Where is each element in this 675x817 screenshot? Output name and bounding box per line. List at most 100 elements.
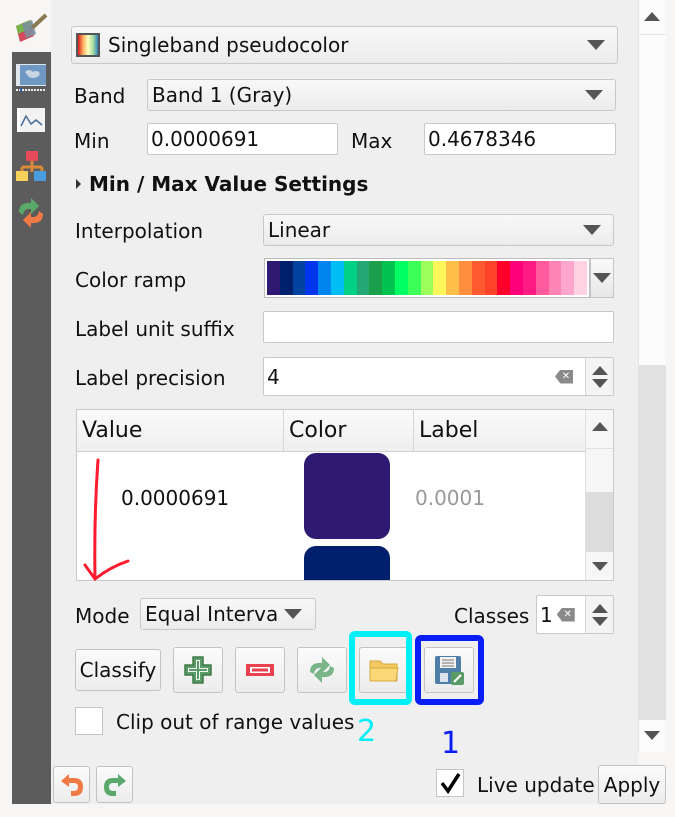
panel-scroll-handle[interactable]: [639, 365, 666, 720]
renderer-type-select[interactable]: Singleband pseudocolor: [71, 26, 618, 64]
live-update-checkbox[interactable]: [436, 769, 464, 797]
annotation-label-2: 2: [357, 714, 377, 749]
minmax-settings-toggle[interactable]: Min / Max Value Settings: [76, 172, 368, 196]
pyramids-icon[interactable]: [15, 150, 47, 182]
color-classes-table[interactable]: Value Color Label 0.0000691 0.0001: [76, 409, 614, 581]
reverse-colors-button[interactable]: [297, 647, 347, 693]
max-value: 0.4678346: [428, 127, 537, 151]
table-row[interactable]: 0.0000691 0.0001: [77, 453, 586, 543]
histogram-icon[interactable]: [15, 104, 47, 136]
min-input[interactable]: 0.0000691: [147, 123, 338, 155]
classes-value: 1: [540, 602, 553, 627]
class-label[interactable]: 0.0001: [415, 486, 485, 510]
clear-icon[interactable]: ✕: [556, 607, 575, 622]
column-header-label[interactable]: Label: [414, 410, 586, 451]
color-ramp-segment: [574, 261, 587, 295]
color-ramp-segment: [535, 261, 549, 295]
interpolation-value: Linear: [268, 218, 331, 242]
color-ramp-segment: [267, 261, 280, 295]
label-precision-spinbox[interactable]: 4 ✕: [263, 357, 614, 396]
color-ramp-segment: [433, 261, 447, 295]
chevron-down-icon: [593, 273, 611, 283]
label-unit-suffix-input[interactable]: [263, 311, 614, 343]
color-ramp-label: Color ramp: [75, 268, 187, 292]
undo-icon: [60, 773, 83, 796]
color-ramp-segment: [394, 261, 408, 295]
arrow-down-icon[interactable]: [591, 378, 608, 388]
scroll-down-icon[interactable]: [644, 731, 660, 740]
band-select[interactable]: Band 1 (Gray): [147, 79, 616, 111]
table-scroll-handle[interactable]: [586, 492, 613, 552]
color-ramp-segment: [330, 261, 344, 295]
color-ramp-segment: [407, 261, 421, 295]
minus-icon: [246, 664, 274, 676]
redo-icon: [103, 773, 126, 796]
label-precision-stepper[interactable]: [585, 358, 613, 395]
interpolation-label: Interpolation: [75, 219, 203, 243]
symbology-brush-icon[interactable]: [12, 12, 48, 48]
color-ramp-segment: [292, 261, 306, 295]
column-header-color[interactable]: Color: [284, 410, 414, 451]
color-ramp-segment: [548, 261, 562, 295]
undo-button[interactable]: [53, 766, 90, 803]
scroll-down-icon[interactable]: [592, 562, 608, 571]
classes-stepper[interactable]: [585, 596, 613, 633]
redo-button[interactable]: [96, 766, 133, 803]
clip-out-of-range-checkbox[interactable]: [75, 707, 103, 735]
color-ramp-segment: [471, 261, 485, 295]
chevron-down-icon: [284, 609, 303, 619]
plus-icon: [184, 656, 212, 684]
class-color-swatch[interactable]: [304, 546, 390, 580]
color-ramp-button[interactable]: [264, 258, 590, 298]
arrow-up-icon[interactable]: [591, 365, 608, 375]
panel-scrollbar[interactable]: [638, 0, 666, 752]
class-color-swatch[interactable]: [304, 453, 390, 539]
label-precision-label: Label precision: [75, 366, 226, 390]
clear-icon[interactable]: ✕: [555, 369, 573, 384]
checkmark-icon: [440, 773, 461, 794]
color-ramp-menu-button[interactable]: [590, 258, 614, 298]
annotation-box-1: [415, 635, 484, 705]
classify-button[interactable]: Classify: [75, 649, 161, 691]
classes-spinbox[interactable]: 1 ✕: [536, 595, 614, 634]
scroll-up-icon[interactable]: [644, 12, 660, 21]
live-update-label: Live update: [477, 773, 595, 797]
color-ramp-segment: [510, 261, 523, 295]
min-label: Min: [74, 129, 110, 153]
minmax-settings-label: Min / Max Value Settings: [89, 172, 369, 196]
gradient-swatch-icon: [76, 33, 100, 57]
mode-select[interactable]: Equal Interva: [140, 598, 316, 630]
clip-out-of-range-label: Clip out of range values: [116, 710, 355, 734]
classes-label: Classes: [454, 604, 530, 628]
color-ramp-segment: [484, 261, 498, 295]
max-input[interactable]: 0.4678346: [424, 123, 616, 155]
scroll-up-icon[interactable]: [592, 422, 608, 431]
min-value: 0.0000691: [151, 127, 260, 151]
apply-button[interactable]: Apply: [598, 765, 666, 804]
history-icon[interactable]: [15, 196, 47, 228]
annotation-box-2: [349, 631, 412, 705]
color-ramp-segment: [318, 261, 331, 295]
arrow-up-icon[interactable]: [591, 603, 608, 613]
transparency-map-icon[interactable]: [15, 62, 47, 94]
classify-label: Classify: [79, 658, 157, 682]
interpolation-select[interactable]: Linear: [263, 214, 614, 246]
column-header-value[interactable]: Value: [77, 410, 284, 451]
table-scrollbar[interactable]: [585, 410, 613, 580]
label-unit-suffix-label: Label unit suffix: [75, 317, 235, 341]
color-ramp-segment: [497, 261, 511, 295]
color-ramp-segment: [369, 261, 383, 295]
label-precision-value: 4: [267, 364, 280, 389]
color-ramp-segment: [356, 261, 370, 295]
arrow-down-icon[interactable]: [591, 616, 608, 626]
chevron-down-icon: [585, 90, 603, 100]
chevron-down-icon: [583, 225, 601, 235]
remove-class-button[interactable]: [235, 647, 285, 693]
table-row[interactable]: [77, 543, 586, 580]
chevron-down-icon: [587, 40, 605, 50]
color-ramp-segment: [522, 261, 536, 295]
renderer-type-value: Singleband pseudocolor: [108, 33, 349, 57]
color-ramp-segment: [458, 261, 472, 295]
add-class-button[interactable]: [173, 647, 223, 693]
color-ramp-segment: [343, 261, 357, 295]
